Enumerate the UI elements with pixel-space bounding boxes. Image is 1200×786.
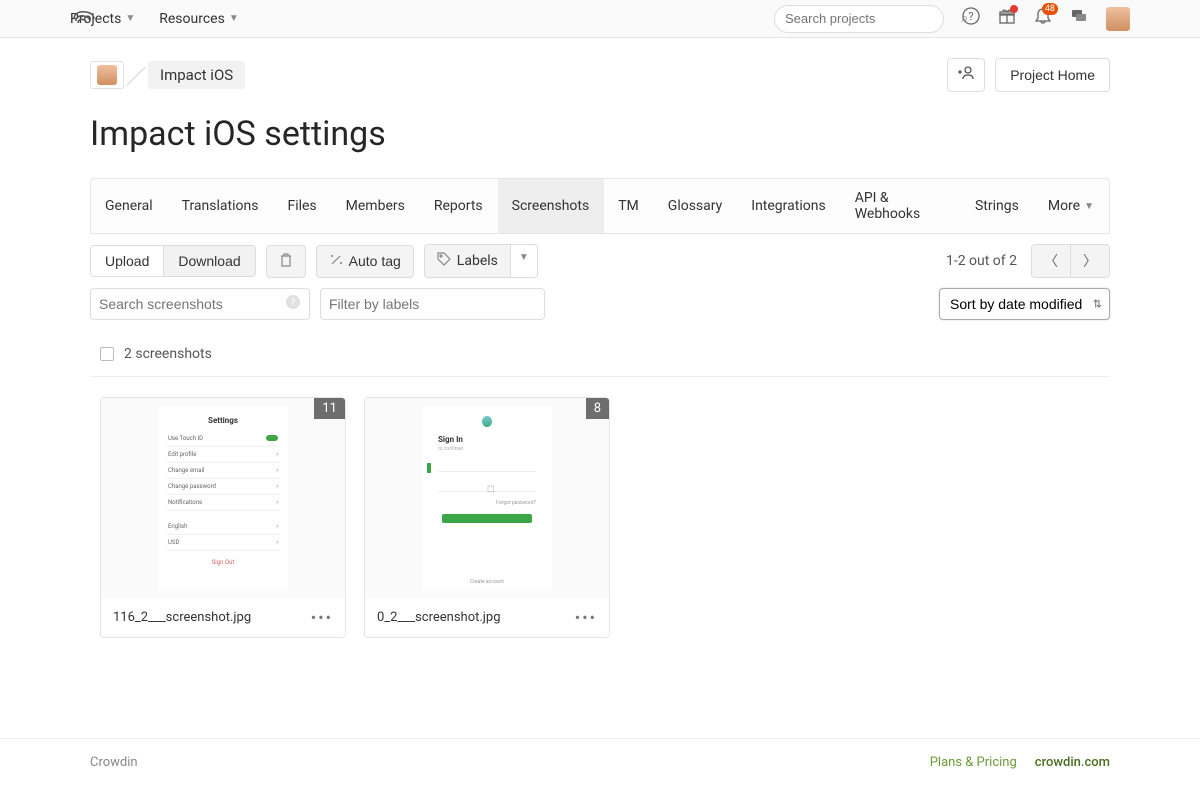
pager-prev[interactable]: 〈 <box>1032 245 1070 277</box>
tab-api-webhooks[interactable]: API & Webhooks <box>841 179 961 233</box>
tag-count-badge: 11 <box>314 398 345 419</box>
chevron-down-icon: ▼ <box>125 13 135 24</box>
footer-brand: Crowdin <box>90 755 138 770</box>
labels-button[interactable]: Labels <box>424 244 511 278</box>
topbar: Projects ▼ Resources ▼ ⌕ ? 48 <box>0 0 1200 38</box>
auto-tag-button[interactable]: Auto tag <box>316 245 414 278</box>
add-member-button[interactable] <box>947 58 985 92</box>
pager-next[interactable]: 〉 <box>1070 245 1109 277</box>
breadcrumb-separator: ／ <box>126 61 146 90</box>
screenshot-card[interactable]: 11 Settings Use Touch ID Edit profile› C… <box>100 397 346 638</box>
more-icon[interactable]: ••• <box>575 608 597 627</box>
trash-icon <box>279 253 293 270</box>
tab-files[interactable]: Files <box>273 179 331 233</box>
page-title: Impact iOS settings <box>90 114 1110 154</box>
user-avatar[interactable] <box>1106 7 1130 31</box>
breadcrumb-owner[interactable] <box>90 61 124 89</box>
list-header: 2 screenshots <box>90 332 1110 377</box>
screenshot-filename: 0_2___screenshot.jpg <box>377 610 501 625</box>
tab-integrations[interactable]: Integrations <box>737 179 840 233</box>
owner-avatar <box>97 65 117 85</box>
hint-icon: ? <box>285 294 301 314</box>
svg-text:?: ? <box>291 298 296 309</box>
pager: 〈 〉 <box>1031 244 1110 278</box>
chevron-down-icon: ▼ <box>229 13 239 24</box>
project-home-button[interactable]: Project Home <box>995 58 1110 92</box>
tab-more-label: More <box>1048 198 1080 214</box>
tab-translations[interactable]: Translations <box>168 179 274 233</box>
notification-badge: 48 <box>1042 3 1058 15</box>
gift-icon[interactable] <box>998 7 1016 30</box>
tab-strings[interactable]: Strings <box>961 179 1034 233</box>
tag-count-badge: 8 <box>586 398 609 419</box>
filter-labels-input[interactable] <box>329 296 536 312</box>
download-button[interactable]: Download <box>163 246 254 276</box>
chevron-down-icon: ▼ <box>1084 201 1094 212</box>
screenshot-thumbnail[interactable]: 8 Sign In to continue ⬚ Forgot password?… <box>365 398 609 598</box>
search-projects[interactable]: ⌕ <box>774 5 944 33</box>
settings-tabs: General Translations Files Members Repor… <box>90 178 1110 234</box>
search-projects-input[interactable] <box>785 11 961 26</box>
upload-button[interactable]: Upload <box>91 246 163 276</box>
auto-tag-label: Auto tag <box>349 253 401 269</box>
wand-icon <box>329 253 343 270</box>
help-icon[interactable]: ? <box>962 7 980 30</box>
more-icon[interactable]: ••• <box>311 608 333 627</box>
result-count-text: 1-2 out of 2 <box>946 253 1017 269</box>
breadcrumb-current[interactable]: Impact iOS <box>148 61 245 89</box>
app-logo[interactable] <box>72 7 96 31</box>
tab-screenshots[interactable]: Screenshots <box>498 179 605 233</box>
screenshot-filename: 116_2___screenshot.jpg <box>113 610 251 625</box>
screenshot-card[interactable]: 8 Sign In to continue ⬚ Forgot password?… <box>364 397 610 638</box>
page-footer: Crowdin Plans & Pricing crowdin.com <box>0 738 1200 786</box>
svg-text:?: ? <box>968 10 973 23</box>
screenshot-thumbnail[interactable]: 11 Settings Use Touch ID Edit profile› C… <box>101 398 345 598</box>
breadcrumb-row: ／ Impact iOS Project Home <box>90 38 1110 96</box>
tab-members[interactable]: Members <box>332 179 420 233</box>
list-summary: 2 screenshots <box>124 346 212 362</box>
select-all-checkbox[interactable] <box>100 347 114 361</box>
nav-resources-label: Resources <box>159 11 225 27</box>
tab-general[interactable]: General <box>91 179 168 233</box>
tag-icon <box>437 252 451 270</box>
tab-more[interactable]: More ▼ <box>1034 179 1109 233</box>
tab-tm[interactable]: TM <box>604 179 654 233</box>
screenshots-toolbar: Upload Download Auto tag Label <box>90 234 1110 288</box>
search-screenshots-input[interactable] <box>99 296 285 312</box>
labels-label: Labels <box>457 253 498 269</box>
labels-dropdown-caret[interactable]: ▼ <box>511 244 538 278</box>
chat-icon[interactable] <box>1070 7 1088 30</box>
filter-row: ? Sort by date modified <box>90 288 1110 332</box>
sort-select[interactable]: Sort by date modified <box>939 288 1110 320</box>
gift-dot-badge <box>1010 5 1018 13</box>
tab-reports[interactable]: Reports <box>420 179 498 233</box>
tab-glossary[interactable]: Glossary <box>654 179 737 233</box>
screenshot-grid: 11 Settings Use Touch ID Edit profile› C… <box>90 377 1110 678</box>
breadcrumb: ／ Impact iOS <box>90 61 245 90</box>
filter-by-labels[interactable] <box>320 288 545 320</box>
footer-plans-link[interactable]: Plans & Pricing <box>930 755 1017 770</box>
bell-icon[interactable]: 48 <box>1034 7 1052 30</box>
footer-site-link[interactable]: crowdin.com <box>1035 755 1110 770</box>
nav-resources[interactable]: Resources ▼ <box>159 11 238 27</box>
upload-download-group: Upload Download <box>90 245 256 277</box>
search-screenshots[interactable]: ? <box>90 288 310 320</box>
delete-button[interactable] <box>266 245 306 278</box>
